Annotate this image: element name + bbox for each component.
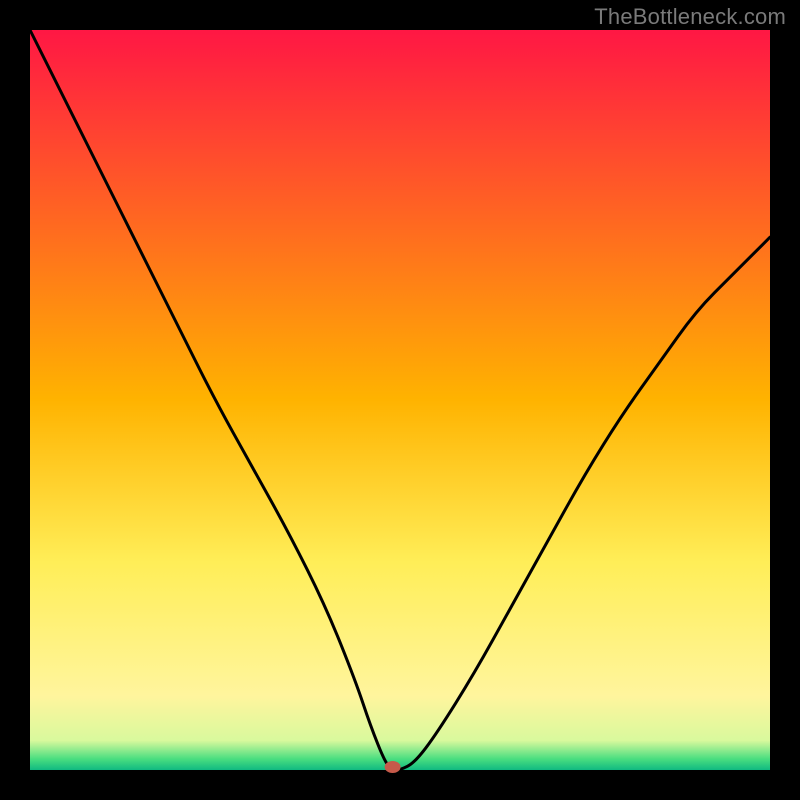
optimal-point-marker <box>385 761 401 773</box>
watermark-text: TheBottleneck.com <box>594 4 786 30</box>
chart-gradient-background <box>30 30 770 770</box>
bottleneck-chart <box>0 0 800 800</box>
